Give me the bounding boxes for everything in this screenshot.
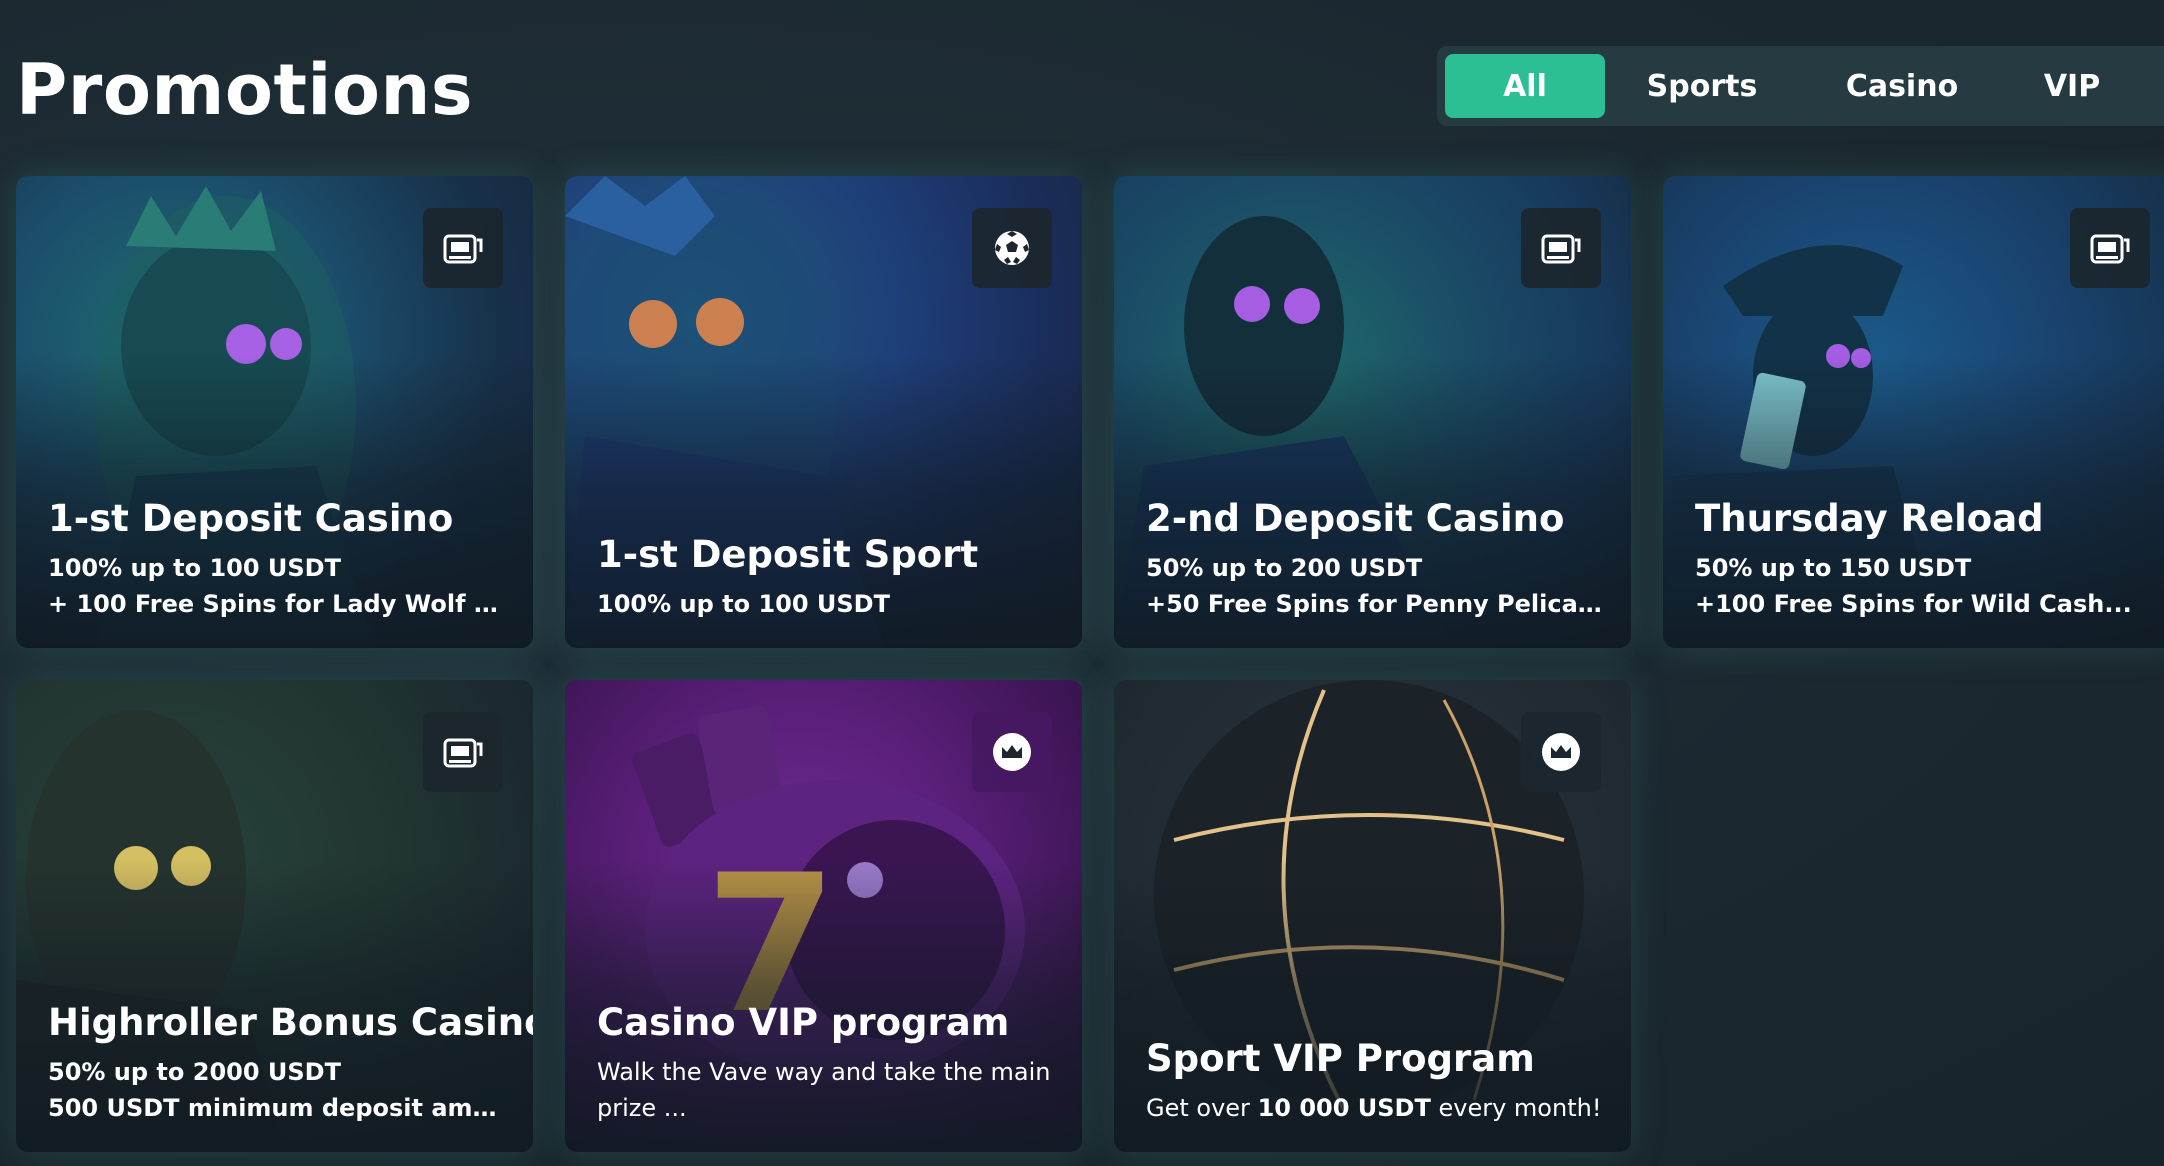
promo-card-sport-vip-program[interactable]: Sport VIP Program Get over 10 000 USDT e…: [1114, 680, 1631, 1152]
page-title: Promotions: [16, 49, 473, 131]
card-title: 1-st Deposit Sport: [597, 533, 979, 576]
tab-casino[interactable]: Casino: [1827, 54, 1977, 118]
promo-card-thursday-reload[interactable]: Thursday Reload 50% up to 150 USDT +100 …: [1663, 176, 2164, 648]
card-title: Casino VIP program: [597, 1001, 1010, 1044]
card-description: Walk the Vave way and take the main priz…: [597, 1058, 1051, 1122]
card-text: 1-st Deposit Sport 100% up to 100 USDT: [597, 532, 1062, 622]
card-extra: +50 Free Spins for Penny Pelican...: [1146, 590, 1611, 618]
slot-machine-icon: [2070, 208, 2150, 288]
card-offer: 50% up to 200 USDT: [1146, 554, 1423, 582]
card-title: 2-nd Deposit Casino: [1146, 497, 1565, 540]
promo-card-highroller-bonus-casino[interactable]: Highroller Bonus Casino 50% up to 2000 U…: [16, 680, 533, 1152]
tab-vip[interactable]: VIP: [2017, 54, 2127, 118]
card-title: 1-st Deposit Casino: [48, 497, 454, 540]
promo-card-casino-vip-program[interactable]: 7 Casino VIP program Walk the Vave way a…: [565, 680, 1082, 1152]
slot-machine-icon: [423, 712, 503, 792]
card-title: Thursday Reload: [1695, 497, 2044, 540]
card-description-amount: 10 000 USDT: [1257, 1094, 1431, 1122]
soccer-ball-icon: [972, 208, 1052, 288]
card-offer: 100% up to 100 USDT: [48, 554, 341, 582]
crown-icon: [1521, 712, 1601, 792]
card-description: Get over 10 000 USDT every month!: [1146, 1090, 1611, 1126]
card-text: Highroller Bonus Casino 50% up to 2000 U…: [48, 1000, 533, 1126]
tab-sports[interactable]: Sports: [1627, 54, 1777, 118]
slot-machine-icon: [1521, 208, 1601, 288]
crown-icon: [972, 712, 1052, 792]
tab-all[interactable]: All: [1445, 54, 1605, 118]
card-extra: 500 USDT minimum deposit amount: [48, 1094, 513, 1122]
card-offer: 100% up to 100 USDT: [597, 590, 890, 618]
card-extra: +100 Free Spins for Wild Cash...: [1695, 590, 2132, 618]
card-text: Sport VIP Program Get over 10 000 USDT e…: [1146, 1036, 1611, 1126]
card-text: 1-st Deposit Casino 100% up to 100 USDT …: [48, 496, 513, 622]
slot-machine-icon: [423, 208, 503, 288]
promotions-page: Promotions All Sports Casino VIP 1-st De…: [0, 0, 2164, 1166]
card-extra: + 100 Free Spins for Lady Wolf Moon...: [48, 590, 513, 618]
card-description-prefix: Get over: [1146, 1094, 1250, 1122]
promo-card-first-deposit-sport[interactable]: 1-st Deposit Sport 100% up to 100 USDT: [565, 176, 1082, 648]
promo-card-first-deposit-casino[interactable]: 1-st Deposit Casino 100% up to 100 USDT …: [16, 176, 533, 648]
promo-card-second-deposit-casino[interactable]: 2-nd Deposit Casino 50% up to 200 USDT +…: [1114, 176, 1631, 648]
card-text: 2-nd Deposit Casino 50% up to 200 USDT +…: [1146, 496, 1611, 622]
card-description-suffix: every month!: [1438, 1094, 1602, 1122]
card-title: Highroller Bonus Casino: [48, 1001, 533, 1044]
card-offer: 50% up to 2000 USDT: [48, 1058, 341, 1086]
card-text: Casino VIP program Walk the Vave way and…: [597, 1000, 1062, 1126]
card-title: Sport VIP Program: [1146, 1037, 1535, 1080]
promotion-filter-tabs: All Sports Casino VIP: [1437, 46, 2164, 126]
card-text: Thursday Reload 50% up to 150 USDT +100 …: [1695, 496, 2160, 622]
card-offer: 50% up to 150 USDT: [1695, 554, 1972, 582]
